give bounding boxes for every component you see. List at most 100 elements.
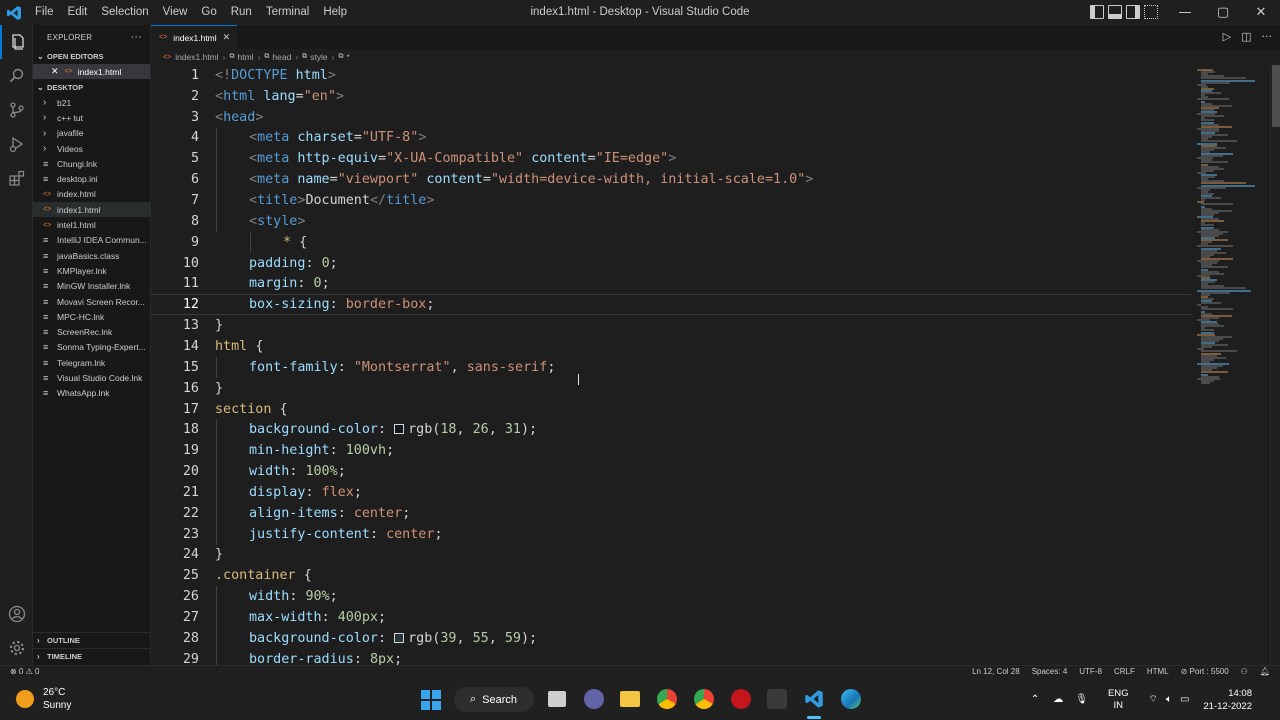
toggle-panel-icon[interactable] xyxy=(1108,5,1122,19)
battery-icon[interactable]: ▭ xyxy=(1180,694,1189,705)
list-item[interactable]: ≡ desktop.ini xyxy=(33,171,150,186)
feedback-icon[interactable]: ⚇ xyxy=(1241,667,1248,676)
teams-chat-icon[interactable] xyxy=(584,689,604,709)
open-editors-section[interactable]: ⌄ OPEN EDITORS xyxy=(33,49,150,64)
code-line[interactable]: 12 box-sizing: border-box; xyxy=(151,294,1191,316)
list-item[interactable]: › c++ tut xyxy=(33,110,150,125)
taskbar-search[interactable]: ⌕ Search xyxy=(454,687,534,712)
list-item[interactable]: › b21 xyxy=(33,95,150,110)
code-line[interactable]: 13} xyxy=(151,315,1191,336)
color-swatch-icon[interactable] xyxy=(394,424,405,435)
file-explorer-icon[interactable] xyxy=(620,691,640,707)
list-item[interactable]: ≡ MPC-HC.lnk xyxy=(33,309,150,324)
list-item[interactable]: ≡ IntelliJ IDEA Commun... xyxy=(33,233,150,248)
vscode-taskbar-icon[interactable] xyxy=(804,689,824,709)
breadcrumb-item-selector[interactable]: * xyxy=(347,52,350,62)
run-icon[interactable]: ▷ xyxy=(1223,30,1231,43)
code-line[interactable]: 29 border-radius: 8px; xyxy=(151,649,1191,665)
code-line[interactable]: 23 justify-content: center; xyxy=(151,524,1191,545)
close-icon[interactable]: ✕ xyxy=(51,66,59,77)
show-hidden-icons-icon[interactable]: ⌃ xyxy=(1031,694,1039,705)
problems-indicator[interactable]: ⊗ 0 ⚠ 0 xyxy=(10,667,39,676)
wifi-icon[interactable]: ⌔ xyxy=(1149,693,1158,706)
code-line[interactable]: 3 <head> xyxy=(151,107,1191,128)
list-item[interactable]: ≡ MinGW Installer.lnk xyxy=(33,279,150,294)
code-line[interactable]: 9 * { xyxy=(151,232,1191,253)
code-line[interactable]: 2 <html lang="en"> xyxy=(151,86,1191,107)
code-line[interactable]: 14 html { xyxy=(151,336,1191,357)
end-of-line[interactable]: CRLF xyxy=(1114,667,1135,676)
desktop-folder-section[interactable]: ⌄ DESKTOP xyxy=(33,80,150,95)
vertical-scrollbar[interactable] xyxy=(1270,65,1280,665)
menu-file[interactable]: File xyxy=(28,0,61,25)
breadcrumb-item-file[interactable]: index1.html xyxy=(175,52,218,62)
language-mode[interactable]: HTML xyxy=(1147,667,1169,676)
split-editor-icon[interactable]: ◫ xyxy=(1241,30,1251,43)
edge-icon[interactable] xyxy=(841,689,861,709)
customize-layout-icon[interactable] xyxy=(1144,5,1158,19)
menu-view[interactable]: View xyxy=(156,0,195,25)
chrome-icon[interactable] xyxy=(657,689,677,709)
code-line[interactable]: 26 width: 90%; xyxy=(151,586,1191,607)
code-line[interactable]: 1 <!DOCTYPE html> xyxy=(151,65,1191,86)
toggle-secondary-sidebar-icon[interactable] xyxy=(1126,5,1140,19)
weather-widget[interactable]: 26°C Sunny xyxy=(16,686,71,712)
menu-go[interactable]: Go xyxy=(194,0,223,25)
list-item[interactable]: ≡ Sonma Typing-Expert... xyxy=(33,340,150,355)
account-icon[interactable] xyxy=(0,597,33,631)
notifications-icon[interactable]: 🔔︎ xyxy=(1260,667,1270,676)
chrome-icon[interactable] xyxy=(694,689,714,709)
extensions-icon[interactable] xyxy=(0,161,33,195)
breadcrumb-item-head[interactable]: head xyxy=(272,52,291,62)
microphone-icon[interactable]: 🎙︎ xyxy=(1075,694,1088,705)
code-line[interactable]: 25 .container { xyxy=(151,565,1191,586)
explorer-icon[interactable] xyxy=(0,25,33,59)
list-item[interactable]: <> index.html xyxy=(33,187,150,202)
volume-icon[interactable]: 🔈︎ xyxy=(1166,694,1172,705)
list-item[interactable]: › javafile xyxy=(33,126,150,141)
menu-help[interactable]: Help xyxy=(316,0,354,25)
menu-run[interactable]: Run xyxy=(224,0,259,25)
timeline-section[interactable]: › TIMELINE xyxy=(33,648,151,664)
list-item[interactable]: › Videos xyxy=(33,141,150,156)
menu-selection[interactable]: Selection xyxy=(94,0,155,25)
run-debug-icon[interactable] xyxy=(0,127,33,161)
menu-terminal[interactable]: Terminal xyxy=(259,0,316,25)
code-editor[interactable]: 1 <!DOCTYPE html> 2 <html lang="en"> 3 <head>… xyxy=(151,65,1191,665)
windows-start-icon[interactable] xyxy=(421,690,441,710)
code-line[interactable]: 10 padding: 0; xyxy=(151,253,1191,274)
code-line[interactable]: 28 background-color: rgb(39, 55, 59); xyxy=(151,628,1191,649)
list-item[interactable]: ≡ javaBasics.class xyxy=(33,248,150,263)
settings-gear-icon[interactable] xyxy=(0,631,33,665)
open-editor-item[interactable]: ✕ <> index1.html xyxy=(33,64,150,79)
toggle-sidebar-icon[interactable] xyxy=(1090,5,1104,19)
list-item[interactable]: ≡ WhatsApp.lnk xyxy=(33,386,150,401)
list-item[interactable]: ≡ Chungi.lnk xyxy=(33,156,150,171)
code-line[interactable]: 27 max-width: 400px; xyxy=(151,607,1191,628)
color-swatch-icon[interactable] xyxy=(394,632,405,643)
scrollbar-thumb[interactable] xyxy=(1272,65,1280,127)
code-line[interactable]: 16} xyxy=(151,378,1191,399)
outline-section[interactable]: › OUTLINE xyxy=(33,632,151,648)
list-item[interactable]: ≡ Movavi Screen Recor... xyxy=(33,294,150,309)
list-item[interactable]: ≡ Telegram.lnk xyxy=(33,355,150,370)
minimize-button[interactable]: — xyxy=(1166,0,1204,25)
close-button[interactable]: ✕ xyxy=(1242,0,1280,25)
list-item[interactable]: ≡ Visual Studio Code.lnk xyxy=(33,370,150,385)
more-actions-icon[interactable]: ··· xyxy=(130,31,142,43)
live-server-port[interactable]: ⊘ Port : 5500 xyxy=(1181,667,1229,676)
tab-index1-html[interactable]: <> index1.html ✕ xyxy=(151,25,237,49)
encoding[interactable]: UTF-8 xyxy=(1079,667,1102,676)
cursor-position[interactable]: Ln 12, Col 28 xyxy=(972,667,1020,676)
onedrive-icon[interactable]: ☁ xyxy=(1053,694,1063,705)
close-icon[interactable]: ✕ xyxy=(223,32,231,43)
maximize-button[interactable]: ▢ xyxy=(1204,0,1242,25)
code-line[interactable]: 8 <style> xyxy=(151,211,1191,232)
list-item[interactable]: ≡ KMPlayer.lnk xyxy=(33,263,150,278)
input-language[interactable]: ENG IN xyxy=(1108,688,1129,712)
code-line[interactable]: 7 <title>Document</title> xyxy=(151,190,1191,211)
code-line[interactable]: 4 <meta charset="UTF-8"> xyxy=(151,128,1191,149)
list-item[interactable]: ≡ ScreenRec.lnk xyxy=(33,324,150,339)
code-line[interactable]: 19 min-height: 100vh; xyxy=(151,440,1191,461)
indentation[interactable]: Spaces: 4 xyxy=(1032,667,1068,676)
